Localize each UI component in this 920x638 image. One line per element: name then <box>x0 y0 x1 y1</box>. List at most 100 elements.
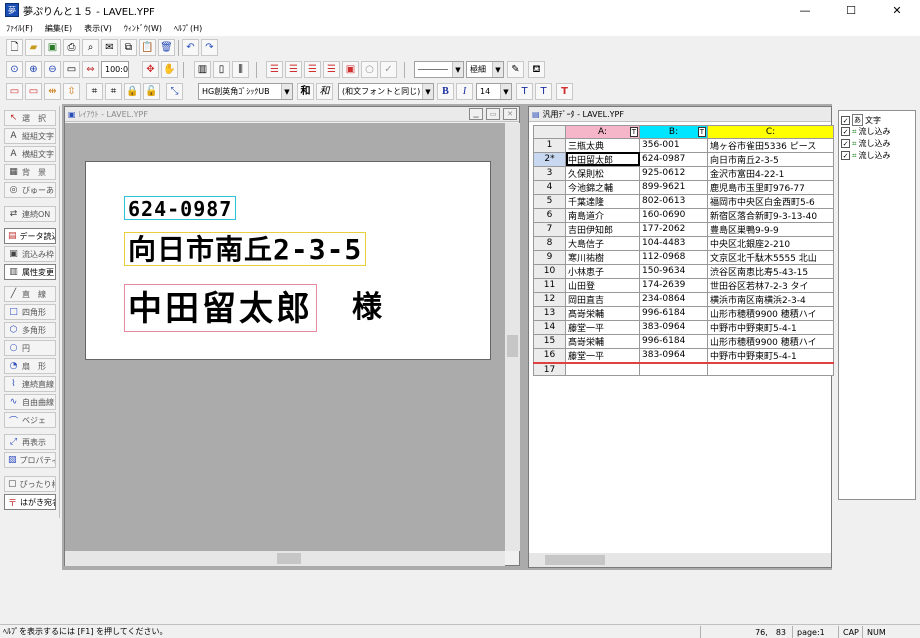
delete-trash-icon[interactable]: 🗑 <box>158 39 175 56</box>
table-row[interactable]: 8 大島信子 104-4483 中央区北銀座2-210 <box>533 235 834 251</box>
bring-front-icon[interactable]: ▭ <box>6 83 23 100</box>
table-row[interactable]: 13 髙嵜栄輔 996-6184 山形市穂積9900 穂積ハイ <box>533 305 834 321</box>
zoom-out-icon[interactable]: ⊖ <box>44 61 61 78</box>
menu-help[interactable]: ﾍﾙﾌﾟ(H) <box>168 23 208 34</box>
tool-select[interactable]: ↖ 選 択 <box>4 110 56 126</box>
column-header-c[interactable]: C: <box>707 125 834 139</box>
tool-attribute-change[interactable]: ▥ 属性変更 <box>4 264 56 280</box>
close-button[interactable]: ✕ <box>874 0 920 20</box>
tool-polygon[interactable]: ⬡ 多角形 <box>4 322 56 338</box>
tool-sector[interactable]: ◔ 扇 形 <box>4 358 56 374</box>
zoom-select[interactable]: 100:0 <box>101 61 129 78</box>
line-style-select[interactable]: ▼ <box>414 61 464 78</box>
address-field[interactable]: 向日市南丘2-3-5 <box>124 232 367 266</box>
bold-button[interactable]: B <box>437 83 454 100</box>
unlock-icon[interactable]: 🔓 <box>143 83 160 100</box>
tool-freehand[interactable]: ∿ 自由曲線 <box>4 394 56 410</box>
tool-redisplay[interactable]: ⤢ 再表示 <box>4 434 56 450</box>
mail-icon[interactable]: ✉ <box>101 39 118 56</box>
distribute-v-icon[interactable]: ⇳ <box>63 83 80 100</box>
data-window-titlebar[interactable]: ▤ 汎用ﾃﾞｰﾀ - LAVEL.YPF <box>529 107 831 122</box>
paste-icon[interactable]: 📋 <box>139 39 156 56</box>
column-header-a[interactable]: A: T <box>565 125 640 139</box>
font-size-select[interactable]: 14 ▼ <box>476 83 512 100</box>
table-row[interactable]: 15 髙嵜栄輔 996-6184 山形市穂積9900 穂積ハイ <box>533 333 834 349</box>
layout-page-icon[interactable]: ▯ <box>213 61 230 78</box>
postal-code-field[interactable]: 624-0987 <box>124 196 237 221</box>
distribute-h-icon[interactable]: ⇹ <box>44 83 61 100</box>
table-row[interactable]: 9 寒川祐樹 112-0968 文京区北千駄木5555 北山 <box>533 249 834 265</box>
checkbox-checked[interactable]: ✓ <box>841 151 850 160</box>
copy-icon[interactable]: ⧉ <box>120 39 137 56</box>
italic-button[interactable]: I <box>456 83 473 100</box>
table-row[interactable]: 4 今池錦之輔 899-9621 鹿児島市玉里町976-77 <box>533 179 834 195</box>
new-file-icon[interactable]: 🗋 <box>6 39 23 56</box>
data-horizontal-scrollbar[interactable] <box>529 553 831 567</box>
menu-view[interactable]: 表示(V) <box>78 23 118 34</box>
lock-icon[interactable]: 🔒 <box>124 83 141 100</box>
table-row[interactable]: 1 三瓶太典 356-001 鳩ヶ谷市雀田5336 ピース <box>533 137 834 153</box>
text-bottom-icon[interactable]: T <box>535 83 552 100</box>
text-color-icon[interactable]: T <box>556 83 573 100</box>
data-hscroll-thumb[interactable] <box>545 555 605 565</box>
redo-icon[interactable]: ↷ <box>201 39 218 56</box>
column-header-b[interactable]: B: T <box>639 125 708 139</box>
font-name-select[interactable]: HG創英角ｺﾞｼｯｸUB ▼ <box>198 83 293 100</box>
print-preview-icon[interactable]: ⌕ <box>82 39 99 56</box>
fit-page-icon[interactable]: ▭ <box>63 61 80 78</box>
maximize-button[interactable]: ☐ <box>828 0 874 20</box>
tool-circle[interactable]: ○ 円 <box>4 340 56 356</box>
table-row-new[interactable]: 17 <box>533 362 834 377</box>
layout-columns-icon[interactable]: ⫼ <box>232 61 249 78</box>
align-center-icon[interactable]: ☰ <box>285 61 302 78</box>
tool-postcard-address[interactable]: 〒はがき宛名 <box>4 494 56 510</box>
tool-fit-frame[interactable]: ▢ ぴったり枠 <box>4 476 56 492</box>
send-back-icon[interactable]: ▭ <box>25 83 42 100</box>
checkbox-checked[interactable]: ✓ <box>841 115 850 125</box>
recipient-name-field[interactable]: 中田留太郎 <box>124 284 317 332</box>
table-row[interactable]: 12 岡田直吉 234-0864 横浜市南区南横浜2-3-4 <box>533 291 834 307</box>
open-folder-icon[interactable]: ▰ <box>25 39 42 56</box>
table-row[interactable]: 10 小林恵子 150-9634 渋谷区南恵比寿5-43-15 <box>533 263 834 279</box>
table-row[interactable]: 3 久保則松 925-0612 金沢市富田4-22-1 <box>533 165 834 181</box>
undo-icon[interactable]: ↶ <box>182 39 199 56</box>
move-icon[interactable]: ✥ <box>142 61 159 78</box>
tool-data-load[interactable]: ▤ データ読込 <box>4 228 56 244</box>
tool-vertical-text[interactable]: A 縦組文字 <box>4 128 56 144</box>
group-icon[interactable]: ⌗ <box>86 83 103 100</box>
active-cell[interactable]: 中田留太郎 <box>565 151 640 167</box>
layout-canvas[interactable]: 624-0987 向日市南丘2-3-5 中田留太郎 様 <box>65 123 505 551</box>
table-row[interactable]: 11 山田登 174-2639 世田谷区若林7-2-3 タイ <box>533 277 834 293</box>
pen-color-icon[interactable]: ✎ <box>507 61 524 78</box>
fit-width-icon[interactable]: ⇔ <box>82 61 99 78</box>
font-kanji-icon[interactable]: 和 <box>297 83 314 100</box>
layout-horizontal-scrollbar[interactable] <box>65 551 505 566</box>
tool-line[interactable]: ╱ 直 線 <box>4 286 56 302</box>
layout-vscroll-thumb[interactable] <box>507 335 518 357</box>
circle-option-icon[interactable]: ○ <box>361 61 378 78</box>
menu-edit[interactable]: 編集(E) <box>39 23 78 34</box>
check-option-icon[interactable]: ✓ <box>380 61 397 78</box>
print-icon[interactable]: ⎙ <box>63 39 80 56</box>
layout-hscroll-thumb[interactable] <box>277 553 301 564</box>
tree-item-flow-2[interactable]: ✓ ⌗ 流し込み <box>841 138 891 149</box>
table-row[interactable]: 14 藤堂一平 383-0964 中野市中野東町5-4-1 <box>533 319 834 335</box>
tool-background[interactable]: ▦ 背 景 <box>4 164 56 180</box>
fill-color-icon[interactable]: ⛾ <box>528 61 545 78</box>
tool-continuous-on[interactable]: ⇄ 連続ON <box>4 206 56 222</box>
menu-window[interactable]: ｳｨﾝﾄﾞｳ(W) <box>118 23 168 34</box>
text-top-icon[interactable]: T <box>516 83 533 100</box>
tree-item-flow-1[interactable]: ✓ ⌗ 流し込み <box>841 126 891 137</box>
layout-restore-button[interactable]: ▭ <box>486 108 500 120</box>
checkbox-checked[interactable]: ✓ <box>841 127 850 136</box>
align-right-icon[interactable]: ☰ <box>304 61 321 78</box>
layout-vertical-scrollbar[interactable] <box>505 123 520 551</box>
layout-close-button[interactable]: ✕ <box>503 108 517 120</box>
save-icon[interactable]: ▣ <box>44 39 61 56</box>
tool-rectangle[interactable]: □ 四角形 <box>4 304 56 320</box>
align-left-icon[interactable]: ☰ <box>266 61 283 78</box>
tool-properties[interactable]: ▧ プロパティ <box>4 452 56 468</box>
tree-item-text[interactable]: ✓ あ文字 <box>841 114 881 126</box>
align-justify-icon[interactable]: ☰ <box>323 61 340 78</box>
text-frame-icon[interactable]: ▣ <box>342 61 359 78</box>
